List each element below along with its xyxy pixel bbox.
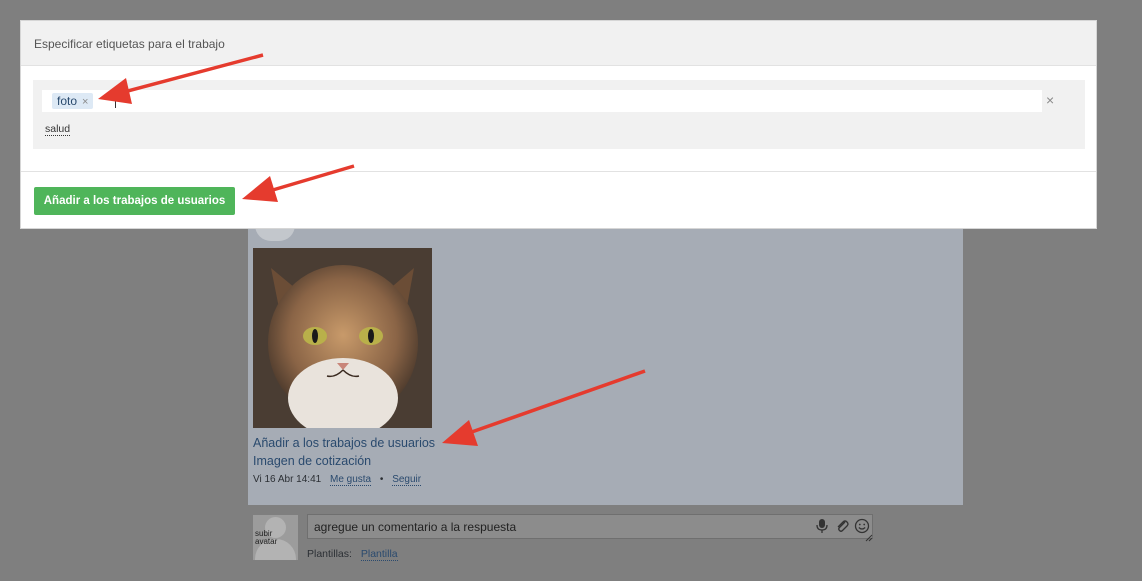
tag-suggestion-salud[interactable]: salud [45,123,71,136]
meta-separator: • [379,474,384,485]
tag-text-field[interactable] [118,92,1022,112]
post-image-cat[interactable] [253,248,432,428]
post-link-add-to-user-works[interactable]: Añadir a los trabajos de usuarios [253,436,435,450]
text-caret [115,96,116,108]
post-link-quote-image[interactable]: Imagen de cotización [253,454,371,468]
tag-chip-foto[interactable]: foto × [52,93,94,109]
upload-avatar[interactable]: subir avatar [253,515,298,560]
clear-tags-icon[interactable]: × [1046,92,1054,108]
tag-editor: foto × × salud [33,80,1085,149]
templates-row: Plantillas: Plantilla [307,548,398,561]
tags-modal: Especificar etiquetas para el trabajo fo… [20,20,1097,229]
upload-avatar-label: subir avatar [255,529,278,546]
add-to-user-works-button[interactable]: Añadir a los trabajos de usuarios [34,187,235,215]
microphone-icon[interactable] [815,518,829,534]
tag-chip-label: foto [57,94,78,108]
comment-input[interactable] [307,514,873,539]
like-link[interactable]: Me gusta [329,474,372,486]
post-meta: Vi 16 Abr 14:41 Me gusta • Seguir [253,474,422,486]
tag-input-box[interactable]: foto × [42,90,1042,112]
template-link[interactable]: Plantilla [360,548,398,561]
post-timestamp: Vi 16 Abr 14:41 [253,474,322,485]
templates-label: Plantillas: [307,548,352,560]
modal-title: Especificar etiquetas para el trabajo [34,37,225,51]
modal-header: Especificar etiquetas para el trabajo [21,21,1096,66]
close-icon[interactable]: × [82,96,88,108]
paperclip-icon[interactable] [835,518,849,534]
follow-link[interactable]: Seguir [392,474,422,486]
modal-divider [21,171,1096,172]
resize-handle-icon[interactable] [865,531,873,542]
